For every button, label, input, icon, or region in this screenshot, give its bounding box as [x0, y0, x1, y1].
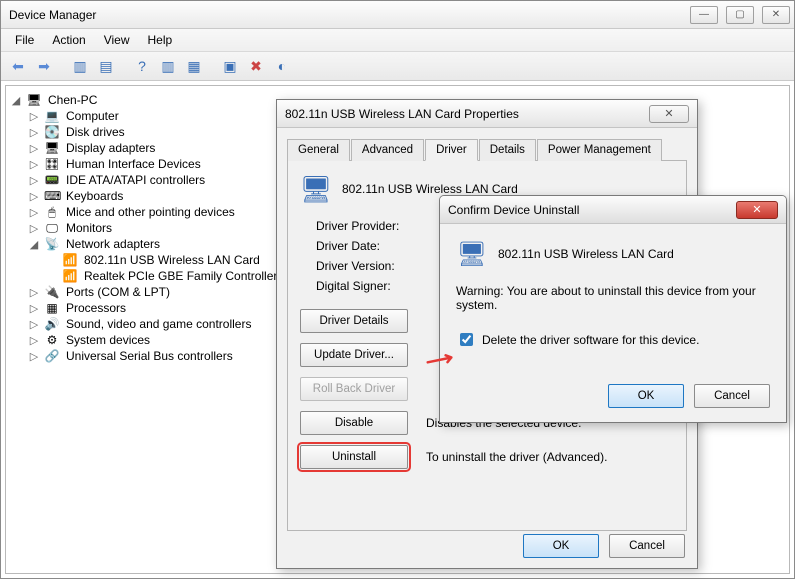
delete-driver-label: Delete the driver software for this devi…: [482, 333, 699, 347]
usb-icon: [44, 349, 60, 363]
label-date: Driver Date:: [316, 239, 416, 253]
properties-icon[interactable]: ▤: [95, 55, 117, 77]
device-icon: 🖥: [456, 238, 488, 270]
uninstall-button[interactable]: Uninstall: [300, 445, 408, 469]
device-icon: 🖥: [300, 173, 332, 205]
properties-ok-button[interactable]: OK: [523, 534, 599, 558]
tab-driver[interactable]: Driver: [425, 139, 478, 161]
tab-details[interactable]: Details: [479, 139, 536, 161]
label-provider: Driver Provider:: [316, 219, 416, 233]
disable-button[interactable]: Disable: [300, 411, 408, 435]
computer-category-icon: [44, 109, 60, 123]
confirm-warning: Warning: You are about to uninstall this…: [456, 284, 770, 312]
system-icon: [44, 333, 60, 347]
rollback-driver-button: Roll Back Driver: [300, 377, 408, 401]
menu-help[interactable]: Help: [140, 31, 181, 49]
tabstrip: General Advanced Driver Details Power Ma…: [287, 138, 687, 161]
help-icon[interactable]: ?: [131, 55, 153, 77]
confirm-dialog: Confirm Device Uninstall ✕ 🖥 802.11n USB…: [439, 195, 787, 423]
driver-details-button[interactable]: Driver Details: [300, 309, 408, 333]
tab-power[interactable]: Power Management: [537, 139, 662, 161]
confirm-cancel-button[interactable]: Cancel: [694, 384, 770, 408]
computer-icon: [26, 93, 42, 107]
properties-title: 802.11n USB Wireless LAN Card Properties: [285, 107, 519, 121]
disable-icon[interactable]: ◐: [271, 55, 293, 77]
window-controls: — ▢ ✕: [690, 6, 790, 24]
details-icon[interactable]: ▥: [157, 55, 179, 77]
menu-action[interactable]: Action: [44, 31, 93, 49]
confirm-close-button[interactable]: ✕: [736, 201, 778, 219]
port-icon: [44, 285, 60, 299]
scan-icon[interactable]: ▦: [183, 55, 205, 77]
window-title: Device Manager: [9, 8, 96, 22]
titlebar: Device Manager — ▢ ✕: [1, 1, 794, 29]
label-version: Driver Version:: [316, 259, 416, 273]
network-icon: [44, 237, 60, 251]
confirm-device-name: 802.11n USB Wireless LAN Card: [498, 247, 674, 261]
confirm-footer: OK Cancel: [608, 384, 770, 408]
properties-titlebar[interactable]: 802.11n USB Wireless LAN Card Properties…: [277, 100, 697, 128]
update-driver-button[interactable]: Update Driver...: [300, 343, 408, 367]
toolbar: ⬅ ➡ ▥ ▤ ? ▥ ▦ ▣ ✖ ◐: [1, 51, 794, 81]
minimize-button[interactable]: —: [690, 6, 718, 24]
update-driver-icon[interactable]: ▣: [219, 55, 241, 77]
properties-footer: OK Cancel: [523, 534, 685, 558]
sound-icon: [44, 317, 60, 331]
keyboard-icon: [44, 189, 60, 203]
forward-icon[interactable]: ➡: [33, 55, 55, 77]
confirm-titlebar[interactable]: Confirm Device Uninstall ✕: [440, 196, 786, 224]
tab-advanced[interactable]: Advanced: [351, 139, 424, 161]
label-signer: Digital Signer:: [316, 279, 416, 293]
menubar: File Action View Help: [1, 29, 794, 51]
ide-icon: [44, 173, 60, 187]
network-card-icon: [62, 253, 78, 267]
uninstall-icon[interactable]: ✖: [245, 55, 267, 77]
menu-view[interactable]: View: [96, 31, 138, 49]
showhide-tree-icon[interactable]: ▥: [69, 55, 91, 77]
delete-driver-checkbox[interactable]: [460, 333, 473, 346]
maximize-button[interactable]: ▢: [726, 6, 754, 24]
confirm-title: Confirm Device Uninstall: [448, 203, 579, 217]
device-name: 802.11n USB Wireless LAN Card: [342, 182, 518, 196]
uninstall-desc: To uninstall the driver (Advanced).: [426, 450, 607, 464]
mouse-icon: [44, 205, 60, 219]
properties-close-button[interactable]: ✕: [649, 105, 689, 123]
tab-general[interactable]: General: [287, 139, 350, 161]
close-button[interactable]: ✕: [762, 6, 790, 24]
network-card-icon: [62, 269, 78, 283]
disk-icon: [44, 125, 60, 139]
properties-cancel-button[interactable]: Cancel: [609, 534, 685, 558]
monitor-icon: [44, 221, 60, 235]
back-icon[interactable]: ⬅: [7, 55, 29, 77]
display-icon: [44, 141, 60, 155]
cpu-icon: [44, 301, 60, 315]
hid-icon: [44, 157, 60, 171]
menu-file[interactable]: File: [7, 31, 42, 49]
confirm-ok-button[interactable]: OK: [608, 384, 684, 408]
